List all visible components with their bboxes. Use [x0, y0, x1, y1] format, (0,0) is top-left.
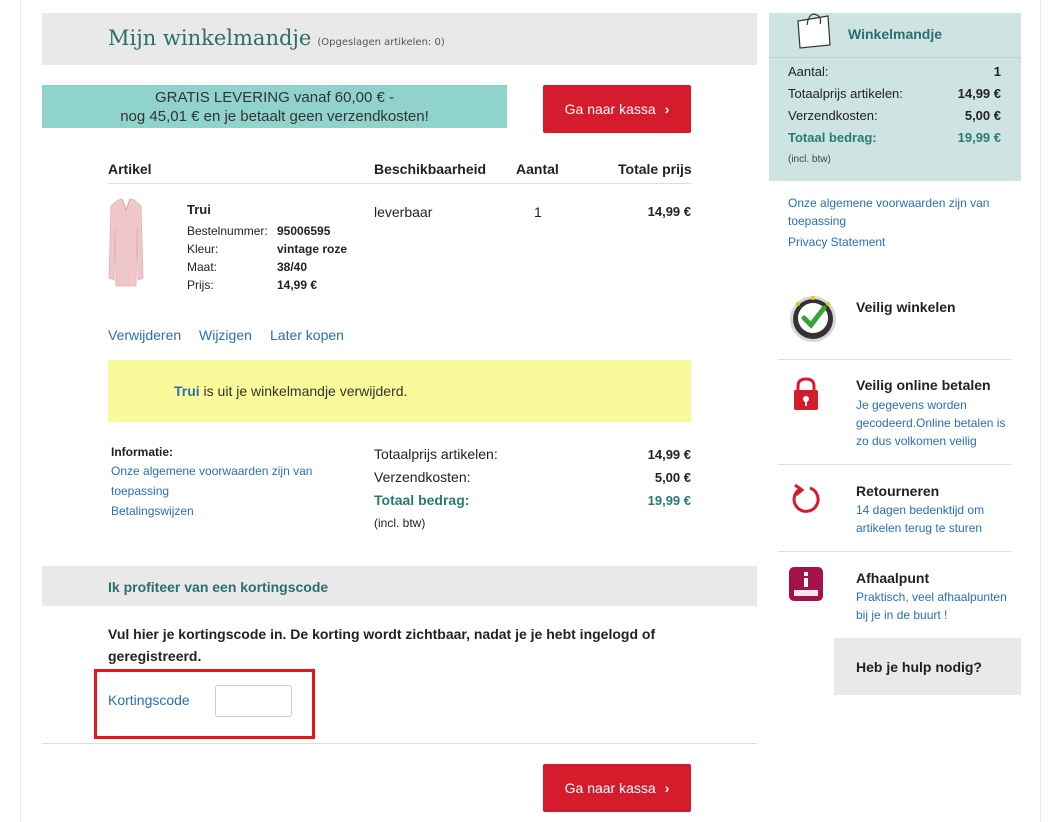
safe-shopping-seal-icon — [790, 296, 836, 342]
discount-section-header: Ik profiteer van een kortingscode — [42, 566, 757, 606]
summary-shipping-value: 5,00 € — [654, 470, 691, 485]
bottom-divider — [42, 743, 757, 744]
page-title-text: Mijn winkelmandje — [108, 26, 312, 50]
feature-divider — [778, 551, 1011, 552]
feature-description: 14 dagen bedenktijd om artikelen terug t… — [856, 503, 985, 535]
feature-title: Afhaalpunt — [856, 570, 930, 586]
product-detail-size: Maat: 38/40 — [187, 260, 307, 274]
feature-description: Praktisch, veel afhaalpunten bij je in d… — [856, 590, 1007, 622]
checkout-button-label: Ga naar kassa — [564, 101, 656, 117]
row-value: 5,00 € — [964, 108, 1001, 123]
product-image-sweater[interactable] — [108, 198, 144, 290]
column-header-article: Artikel — [108, 161, 152, 177]
detail-label: Bestelnummer: — [187, 224, 268, 238]
feature-secure-payment: Veilig online betalen Je gegevens worden… — [778, 370, 1011, 455]
product-detail-color: Kleur: vintage roze — [187, 242, 347, 256]
detail-label: Prijs: — [187, 278, 214, 292]
column-header-quantity: Aantal — [516, 161, 559, 177]
mondial-relay-icon — [789, 567, 823, 601]
help-title: Heb je hulp nodig? — [856, 659, 982, 675]
feature-pickup-point: Afhaalpunt Praktisch, veel afhaalpunten … — [778, 562, 1011, 632]
feature-title: Veilig online betalen — [856, 377, 991, 393]
notice-item-link[interactable]: Trui — [174, 383, 200, 399]
chevron-right-icon: › — [664, 101, 670, 117]
sidebar-row-total: Totaal bedrag: 19,99 € — [788, 130, 1001, 145]
item-removed-notice: Trui is uit je winkelmandje verwijderd. — [108, 360, 691, 422]
summary-total-label: Totaal bedrag: — [374, 492, 470, 508]
feature-title: Retourneren — [856, 483, 940, 499]
sidebar-terms-link[interactable]: Onze algemene voorwaarden zijn van toepa… — [788, 194, 1008, 230]
detail-value: vintage roze — [277, 242, 348, 256]
feature-returns: Retourneren 14 dagen bedenktijd om artik… — [778, 475, 1011, 545]
page-frame-right — [1040, 0, 1041, 822]
banner-line-1: GRATIS LEVERING vanaf 60,00 € - — [155, 89, 394, 106]
saved-items-count: (Opgeslagen artikelen: 0) — [317, 37, 445, 48]
column-header-total: Totale prijs — [618, 161, 692, 177]
summary-subtotal-label: Totaalprijs artikelen: — [374, 446, 498, 462]
sidebar-cart-divider — [769, 57, 1021, 58]
row-label: Totaalprijs artikelen: — [788, 86, 903, 101]
product-name[interactable]: Trui — [187, 202, 211, 217]
edit-item-link[interactable]: Wijzigen — [199, 327, 252, 343]
help-box[interactable]: Heb je hulp nodig? — [834, 638, 1021, 695]
detail-label: Kleur: — [187, 242, 219, 256]
feature-description: Je gegevens worden gecodeerd.Online beta… — [856, 398, 1006, 448]
product-detail-order-number: Bestelnummer: 95006595 — [187, 224, 330, 238]
lock-icon — [794, 377, 818, 410]
detail-value: 14,99 € — [277, 278, 318, 292]
detail-value: 38/40 — [277, 260, 308, 274]
checkout-button-bottom[interactable]: Ga naar kassa › — [543, 764, 691, 812]
summary-shipping-label: Verzendkosten: — [374, 469, 471, 485]
feature-divider — [778, 359, 1011, 360]
feature-safe-shopping: Veilig winkelen — [778, 290, 1011, 350]
discount-code-input[interactable] — [215, 685, 292, 717]
summary-total-value: 19,99 € — [647, 493, 691, 508]
column-header-availability: Beschikbaarheid — [374, 161, 487, 177]
product-total-price: 14,99 € — [647, 204, 691, 219]
chevron-right-icon: › — [664, 780, 670, 796]
table-header-divider — [108, 183, 691, 184]
shopping-bag-icon — [797, 13, 831, 49]
terms-link[interactable]: Onze algemene voorwaarden zijn van toepa… — [111, 461, 331, 501]
row-label: Aantal: — [788, 64, 829, 79]
page-frame-left — [20, 0, 21, 822]
banner-line-2: nog 45,01 € en je betaalt geen verzendko… — [120, 108, 429, 125]
checkout-button-top[interactable]: Ga naar kassa › — [543, 85, 691, 133]
product-availability: leverbaar — [374, 204, 433, 220]
row-value: 19,99 € — [957, 130, 1001, 145]
return-arrow-icon — [792, 483, 820, 513]
checkout-button-label: Ga naar kassa — [564, 780, 656, 796]
row-value: 14,99 € — [957, 86, 1001, 101]
product-detail-price: Prijs: 14,99 € — [187, 278, 317, 292]
discount-instructions: Vul hier je kortingscode in. De korting … — [108, 626, 656, 664]
row-value: 1 — [993, 64, 1001, 79]
sidebar-row-shipping: Verzendkosten: 5,00 € — [788, 108, 1001, 123]
feature-title: Veilig winkelen — [856, 299, 956, 315]
row-label: Verzendkosten: — [788, 108, 878, 123]
feature-divider — [778, 464, 1011, 465]
discount-heading: Ik profiteer van een kortingscode — [108, 579, 329, 595]
row-label: Totaal bedrag: — [788, 130, 877, 145]
sidebar-row-subtotal: Totaalprijs artikelen: 14,99 € — [788, 86, 1001, 101]
notice-text: Trui is uit je winkelmandje verwijderd. — [174, 383, 407, 399]
sidebar-cart-summary: Winkelmandje Aantal: 1 Totaalprijs artike… — [769, 13, 1021, 181]
detail-label: Maat: — [187, 260, 218, 274]
sidebar-privacy-link[interactable]: Privacy Statement — [788, 233, 1008, 251]
notice-message: is uit je winkelmandje verwijderd. — [199, 383, 408, 399]
free-delivery-banner: GRATIS LEVERING vanaf 60,00 € - nog 45,0… — [42, 85, 507, 128]
sidebar-cart-title: Winkelmandje — [848, 26, 943, 42]
remove-item-link[interactable]: Verwijderen — [108, 327, 181, 343]
detail-value: 95006595 — [277, 224, 331, 238]
summary-subtotal-value: 14,99 € — [647, 447, 691, 462]
buy-later-link[interactable]: Later kopen — [270, 327, 344, 343]
payment-methods-link[interactable]: Betalingswijzen — [111, 501, 194, 521]
sidebar-row-quantity: Aantal: 1 — [788, 64, 1001, 79]
sidebar-vat-note: (incl. btw) — [788, 154, 831, 165]
discount-code-label: Kortingscode — [108, 692, 190, 708]
product-quantity: 1 — [534, 204, 542, 220]
summary-vat-note: (incl. btw) — [374, 516, 426, 530]
page-title: Mijn winkelmandje (Opgeslagen artikelen: … — [108, 26, 445, 50]
page-title-bar: Mijn winkelmandje (Opgeslagen artikelen: … — [42, 13, 757, 65]
info-title: Informatie: — [111, 445, 174, 459]
